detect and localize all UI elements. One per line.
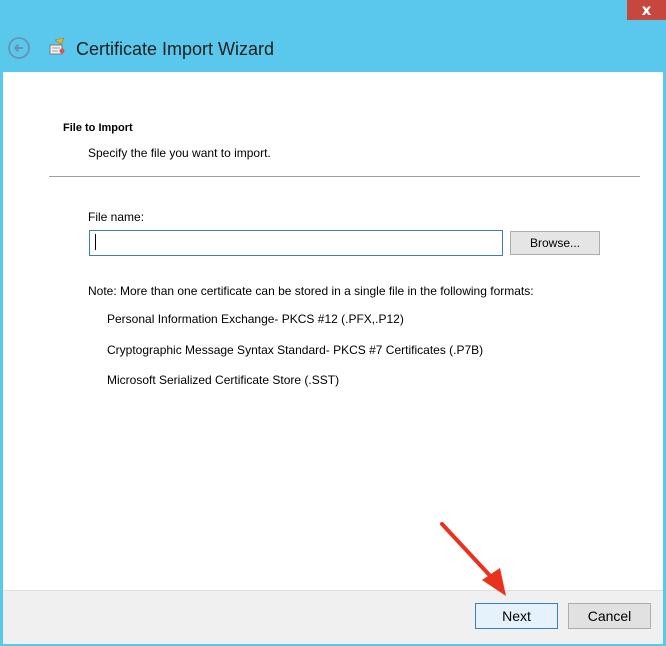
section-title: File to Import [63,122,133,134]
note-text: Note: More than one certificate can be s… [88,284,534,298]
file-name-label: File name: [88,210,145,224]
back-arrow-icon[interactable] [8,37,30,59]
certificate-wizard-icon [49,37,65,55]
format-item: Microsoft Serialized Certificate Store (… [107,373,340,387]
red-arrow-annotation [440,522,506,596]
text-caret [95,234,96,250]
section-subtitle: Specify the file you want to import. [88,146,271,160]
wizard-content: File to Import Specify the file you want… [3,72,663,590]
wizard-footer: Next Cancel [3,590,663,644]
browse-button[interactable]: Browse... [510,231,600,255]
format-item: Cryptographic Message Syntax Standard- P… [107,343,484,357]
divider [49,176,640,177]
cancel-button[interactable]: Cancel [568,603,651,629]
file-name-input[interactable] [89,230,503,256]
format-item: Personal Information Exchange- PKCS #12 … [107,312,404,326]
wizard-header: Certificate Import Wizard [0,20,666,72]
next-button[interactable]: Next [475,603,558,629]
window-title: Certificate Import Wizard [76,39,275,59]
close-button[interactable]: x [627,0,666,20]
